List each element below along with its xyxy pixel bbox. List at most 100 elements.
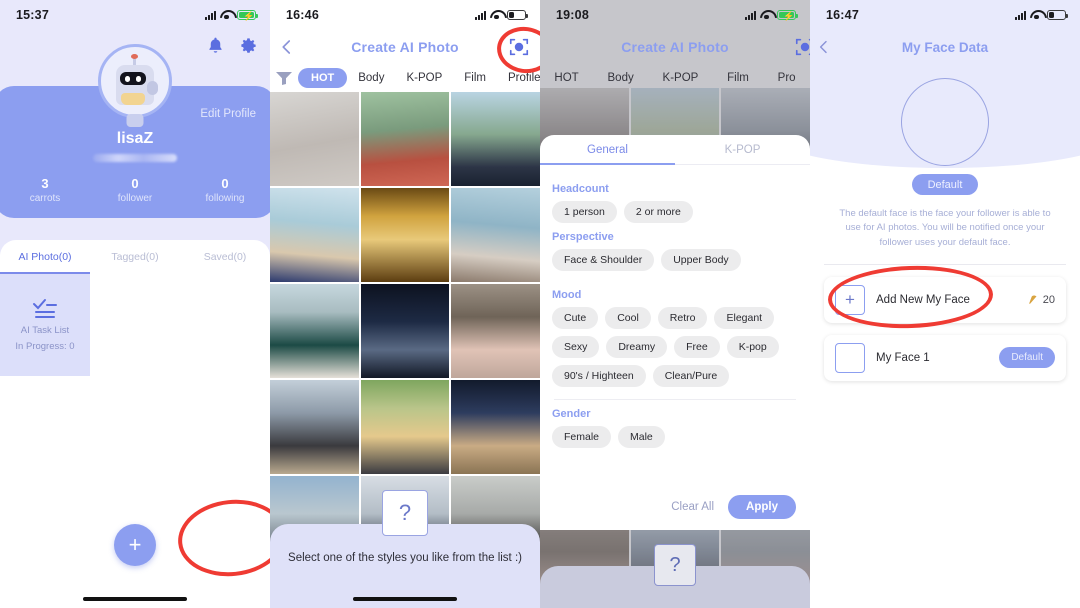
style-photo[interactable] bbox=[360, 92, 450, 186]
category-kpop[interactable]: K-POP bbox=[652, 72, 710, 84]
chip-cute[interactable]: Cute bbox=[552, 307, 599, 329]
chip-90s-highteen[interactable]: 90's / Highteen bbox=[552, 365, 646, 387]
stat-label: carrots bbox=[29, 193, 61, 204]
stat-follower[interactable]: 0 follower bbox=[90, 176, 180, 204]
filter-group-label-mood: Mood bbox=[552, 289, 582, 301]
chip-clean-pure[interactable]: Clean/Pure bbox=[652, 365, 730, 387]
panel-style-filters: 19:08 ⚡ Create AI Photo HOT Body K-POP F… bbox=[540, 0, 810, 608]
chip-retro[interactable]: Retro bbox=[657, 307, 708, 329]
chip-female[interactable]: Female bbox=[552, 426, 612, 448]
gear-icon[interactable] bbox=[239, 36, 258, 55]
back-arrow-icon[interactable] bbox=[278, 38, 296, 56]
style-photo[interactable] bbox=[360, 188, 450, 282]
category-hot[interactable]: HOT bbox=[298, 68, 348, 88]
edit-profile-button[interactable]: Edit Profile bbox=[200, 108, 256, 120]
stat-value: 3 bbox=[41, 176, 49, 191]
default-face-placeholder[interactable] bbox=[901, 78, 989, 166]
cellular-signal-icon bbox=[745, 10, 756, 20]
style-photo[interactable] bbox=[360, 380, 450, 474]
bottom-hint-sheet: ? Select one of the styles you like from… bbox=[270, 490, 540, 608]
wifi-icon bbox=[490, 10, 503, 20]
filters-navbar: Create AI Photo bbox=[540, 30, 810, 64]
chip-dreamy[interactable]: Dreamy bbox=[606, 336, 668, 358]
chip-sexy[interactable]: Sexy bbox=[552, 336, 600, 358]
tab-underline bbox=[0, 272, 90, 274]
filter-group-label-perspective: Perspective bbox=[552, 231, 614, 243]
category-body[interactable]: Body bbox=[597, 72, 645, 84]
style-photo[interactable] bbox=[451, 284, 540, 378]
filter-icon[interactable] bbox=[276, 71, 292, 85]
style-photo[interactable] bbox=[270, 92, 359, 186]
chip-free[interactable]: Free bbox=[674, 336, 720, 358]
modal-tabs: General K-POP bbox=[540, 135, 810, 165]
category-hot[interactable]: HOT bbox=[543, 72, 589, 84]
cellular-signal-icon bbox=[205, 10, 216, 20]
style-photo[interactable] bbox=[451, 380, 540, 474]
category-body[interactable]: Body bbox=[347, 72, 395, 84]
chip-cool[interactable]: Cool bbox=[605, 307, 651, 329]
status-bar-create: 16:46 bbox=[270, 0, 540, 30]
create-button[interactable]: + bbox=[114, 524, 156, 566]
chip-male[interactable]: Male bbox=[618, 426, 665, 448]
back-arrow-icon[interactable] bbox=[816, 39, 832, 55]
category-film[interactable]: Film bbox=[453, 72, 497, 84]
row-label: My Face 1 bbox=[876, 351, 930, 364]
profile-username: lisaZ bbox=[116, 130, 154, 147]
stat-following[interactable]: 0 following bbox=[180, 176, 270, 204]
style-photo[interactable] bbox=[451, 92, 540, 186]
apply-button[interactable]: Apply bbox=[728, 495, 796, 519]
category-bar: HOT Body K-POP Film Profile bbox=[270, 64, 540, 92]
status-time: 19:08 bbox=[556, 8, 589, 22]
tab-ai-photo[interactable]: AI Photo(0) bbox=[0, 251, 90, 263]
wifi-icon bbox=[220, 10, 233, 20]
filter-chips-headcount: 1 person 2 or more bbox=[552, 201, 798, 223]
bell-icon[interactable] bbox=[206, 36, 225, 55]
category-film[interactable]: Film bbox=[716, 72, 760, 84]
default-badge[interactable]: Default bbox=[999, 347, 1055, 369]
avatar-badge bbox=[126, 114, 144, 127]
task-card-progress: In Progress: 0 bbox=[15, 341, 75, 352]
face-scan-icon[interactable] bbox=[508, 36, 530, 58]
profile-handle-blurred bbox=[93, 154, 177, 162]
wifi-icon bbox=[760, 10, 773, 20]
tab-saved[interactable]: Saved(0) bbox=[180, 251, 270, 263]
clear-all-button[interactable]: Clear All bbox=[671, 501, 714, 513]
ai-task-list-card[interactable]: AI Task List In Progress: 0 bbox=[0, 274, 90, 376]
chip-kpop[interactable]: K-pop bbox=[726, 336, 779, 358]
chip-face-shoulder[interactable]: Face & Shoulder bbox=[552, 249, 655, 271]
style-photo[interactable] bbox=[270, 380, 359, 474]
modal-tab-underline bbox=[540, 163, 675, 165]
category-pro[interactable]: Pro bbox=[767, 72, 807, 84]
add-new-my-face-row[interactable]: + Add New My Face 20 bbox=[824, 276, 1066, 323]
battery-icon bbox=[507, 10, 528, 20]
face-scan-icon[interactable] bbox=[794, 36, 810, 58]
status-bar-filters: 19:08 ⚡ bbox=[540, 0, 810, 30]
chip-elegant[interactable]: Elegant bbox=[714, 307, 775, 329]
profile-header-actions bbox=[206, 36, 258, 55]
style-photo[interactable] bbox=[451, 188, 540, 282]
modal-tab-general[interactable]: General bbox=[540, 135, 675, 164]
filter-chips-perspective: Face & Shoulder Upper Body bbox=[552, 249, 798, 271]
default-face-badge: Default bbox=[912, 174, 978, 195]
style-photo[interactable] bbox=[270, 188, 359, 282]
style-photo[interactable] bbox=[360, 284, 450, 378]
my-face-1-row[interactable]: My Face 1 Default bbox=[824, 334, 1066, 381]
category-kpop[interactable]: K-POP bbox=[395, 72, 453, 84]
modal-tab-kpop[interactable]: K-POP bbox=[675, 135, 810, 164]
panel-my-face-data: 16:47 My Face Data Default The default f… bbox=[810, 0, 1080, 608]
style-photo[interactable] bbox=[270, 284, 359, 378]
question-placeholder-icon: ? bbox=[654, 544, 696, 586]
stat-carrots[interactable]: 3 carrots bbox=[0, 176, 90, 204]
chip-upper-body[interactable]: Upper Body bbox=[661, 249, 741, 271]
chip-1-person[interactable]: 1 person bbox=[552, 201, 617, 223]
stat-value: 0 bbox=[131, 176, 139, 191]
task-card-title: AI Task List bbox=[20, 325, 70, 336]
stat-label: follower bbox=[117, 193, 153, 204]
category-profile[interactable]: Profile bbox=[497, 72, 540, 84]
carrot-icon bbox=[1027, 294, 1039, 306]
avatar[interactable] bbox=[98, 44, 172, 118]
chip-2-or-more[interactable]: 2 or more bbox=[623, 201, 693, 223]
tab-tagged[interactable]: Tagged(0) bbox=[90, 251, 180, 263]
filters-modal: General K-POP Headcount 1 person 2 or mo… bbox=[540, 135, 810, 530]
panel-create-ai-photo: 16:46 Create AI Photo HOT Body K-POP Fil… bbox=[270, 0, 540, 608]
